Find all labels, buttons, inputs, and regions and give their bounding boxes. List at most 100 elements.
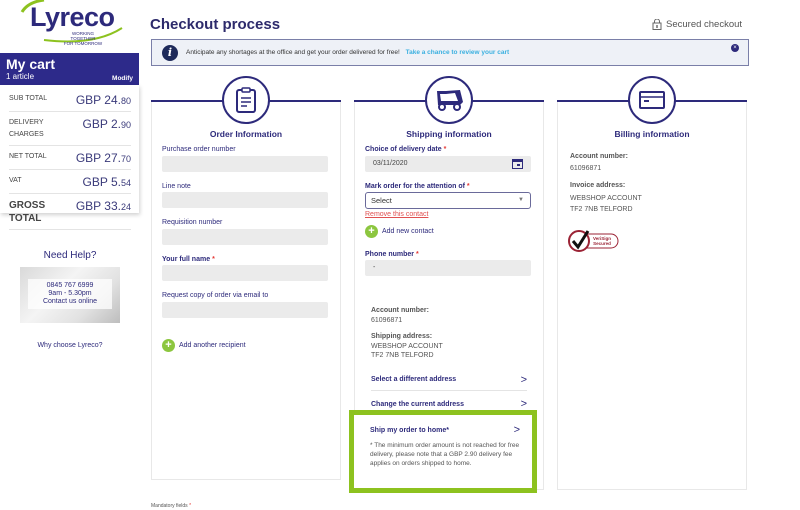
phone-input[interactable]: - <box>365 260 531 276</box>
billing-information-panel: Billing information Account number: 6109… <box>557 76 747 490</box>
clipboard-icon <box>236 87 256 113</box>
cart-row-label: NET TOTAL <box>9 153 47 160</box>
line-note-input[interactable] <box>162 192 328 208</box>
panel-icon-circle <box>425 76 473 124</box>
banner-text: Anticipate any shortages at the office a… <box>186 49 400 56</box>
panel-icon-circle <box>222 76 270 124</box>
invoice-address-label: Invoice address: <box>570 182 626 189</box>
ship-to-home-note: * The minimum order amount is not reache… <box>370 442 520 467</box>
phone-label: Phone number * <box>365 251 419 258</box>
delivery-date-input[interactable]: 03/11/2020 <box>365 156 531 172</box>
review-cart-link[interactable]: Take a chance to review your cart <box>406 49 510 56</box>
page-title: Checkout process <box>150 16 281 33</box>
invoice-address-line1: WEBSHOP ACCOUNT <box>570 195 642 202</box>
account-number-value: 61096871 <box>371 317 403 324</box>
cart-title: My cart <box>6 56 56 72</box>
select-different-address-label: Select a different address <box>371 376 457 383</box>
logo-text: Lyreco <box>30 2 115 32</box>
cart-row-vat: VAT GBP 5.54 <box>9 170 131 194</box>
lock-icon <box>652 19 662 30</box>
banner-message: Anticipate any shortages at the office a… <box>186 49 509 56</box>
panel-title: Order Information <box>209 129 283 139</box>
cart-article-count: 1 article <box>6 72 35 81</box>
add-contact-button[interactable]: + Add new contact <box>365 225 434 238</box>
add-contact-label: Add new contact <box>382 228 434 235</box>
shipping-address-label: Shipping address: <box>371 333 433 340</box>
checkout-page: Lyreco WORKING TOGETHER FOR TOMORROW My … <box>0 0 800 510</box>
mandatory-fields-note: Mandatory fields * <box>151 503 192 509</box>
panel-title: Billing information <box>614 129 690 139</box>
tagline-line-2: FOR TOMORROW <box>63 41 103 46</box>
delivery-truck-icon <box>437 90 463 111</box>
verisign-badge[interactable]: VeriSign Secured <box>568 229 620 253</box>
email-copy-input[interactable] <box>162 302 328 318</box>
credit-card-icon <box>639 91 665 109</box>
po-number-label: Purchase order number <box>162 146 236 153</box>
shipping-address-line2: TF2 7NB TELFORD <box>371 352 434 359</box>
plus-icon: + <box>365 225 378 238</box>
remove-contact-link[interactable]: Remove this contact <box>365 211 428 218</box>
calendar-icon[interactable] <box>512 159 523 169</box>
po-number-input[interactable] <box>162 156 328 172</box>
panel-icon-circle <box>628 76 676 124</box>
cart-row-value: GBP 24.80 <box>75 93 131 107</box>
cart-row-label: SUB TOTAL <box>9 95 48 102</box>
chevron-right-icon: > <box>520 398 527 410</box>
secured-checkout: Secured checkout <box>652 19 742 30</box>
ship-to-home-option[interactable]: Ship my order to home* > * The minimum o… <box>349 410 537 493</box>
lyreco-logo[interactable]: Lyreco WORKING TOGETHER FOR TOMORROW <box>14 0 134 46</box>
help-hours: 9am - 5.30pm <box>48 290 92 297</box>
cart-row-label: VAT <box>9 177 22 184</box>
account-number-label: Account number: <box>371 307 429 314</box>
why-choose-link[interactable]: Why choose Lyreco? <box>20 342 120 349</box>
cart-summary: SUB TOTAL GBP 24.80 DELIVERY CHARGES GBP… <box>0 85 139 230</box>
cart-row-value: GBP 27.70 <box>75 151 131 165</box>
close-icon[interactable]: × <box>731 44 739 52</box>
add-recipient-label: Add another recipient <box>179 342 246 349</box>
requisition-input[interactable] <box>162 229 328 245</box>
logo-tagline: WORKING TOGETHER FOR TOMORROW <box>60 31 106 46</box>
ship-to-home-label: Ship my order to home* <box>370 427 449 434</box>
cart-row-label: DELIVERY CHARGES <box>9 119 44 138</box>
attention-select-value: Select <box>371 196 392 205</box>
help-box: 0845 767 6999 9am - 5.30pm Contact us on… <box>20 267 120 323</box>
panel-title: Shipping information <box>406 129 492 139</box>
cart-modify-link[interactable]: Modify <box>112 75 133 82</box>
email-copy-label: Request copy of order via email to <box>162 292 269 299</box>
info-icon: i <box>162 45 178 61</box>
help-phone: 0845 767 6999 <box>46 282 94 289</box>
tagline-line-1: WORKING TOGETHER <box>70 31 96 41</box>
invoice-address-line2: TF2 7NB TELFORD <box>570 206 633 213</box>
add-recipient-button[interactable]: + Add another recipient <box>162 339 246 352</box>
chevron-right-icon: > <box>520 373 527 386</box>
cart-row-value: GBP 33.24 <box>75 199 131 213</box>
shipping-address-line1: WEBSHOP ACCOUNT <box>371 343 443 350</box>
cart-row-value: GBP 2.90 <box>82 117 131 131</box>
cart-row-net-total: NET TOTAL GBP 27.70 <box>9 146 131 170</box>
delivery-date-label: Choice of delivery date * <box>365 146 447 153</box>
cart-row-gross-total: GROSS TOTAL GBP 33.24 <box>9 194 131 230</box>
change-current-address-label: Change the current address <box>371 400 464 408</box>
delivery-date-value: 03/11/2020 <box>373 160 408 167</box>
secured-checkout-label: Secured checkout <box>666 19 743 30</box>
cart-row-value: GBP 5.54 <box>82 175 131 189</box>
cart-row-label: GROSS TOTAL <box>9 200 46 224</box>
help-title: Need Help? <box>43 250 97 261</box>
contact-us-link[interactable]: Contact us online <box>28 298 112 306</box>
ship-to-home-link[interactable]: Ship my order to home* > <box>370 424 520 436</box>
order-information-panel: Order Information Purchase order number … <box>151 76 341 480</box>
billing-account-label: Account number: <box>570 153 628 160</box>
info-banner: i Anticipate any shortages at the office… <box>151 39 749 66</box>
phone-value: - <box>373 264 376 271</box>
line-note-label: Line note <box>162 183 191 190</box>
attention-select[interactable]: Select ▼ <box>365 192 531 209</box>
help-contact-info: 0845 767 6999 9am - 5.30pm Contact us on… <box>28 279 112 309</box>
cart-row-delivery: DELIVERY CHARGES GBP 2.90 <box>9 112 131 146</box>
attention-label: Mark order for the attention of * <box>365 183 470 190</box>
cart-row-subtotal: SUB TOTAL GBP 24.80 <box>9 88 131 112</box>
full-name-input[interactable] <box>162 265 328 281</box>
select-different-address-link[interactable]: Select a different address > <box>371 369 527 391</box>
full-name-label: Your full name * <box>162 256 215 263</box>
verisign-text: VeriSign Secured <box>593 236 612 246</box>
billing-account-value: 61096871 <box>570 165 602 172</box>
